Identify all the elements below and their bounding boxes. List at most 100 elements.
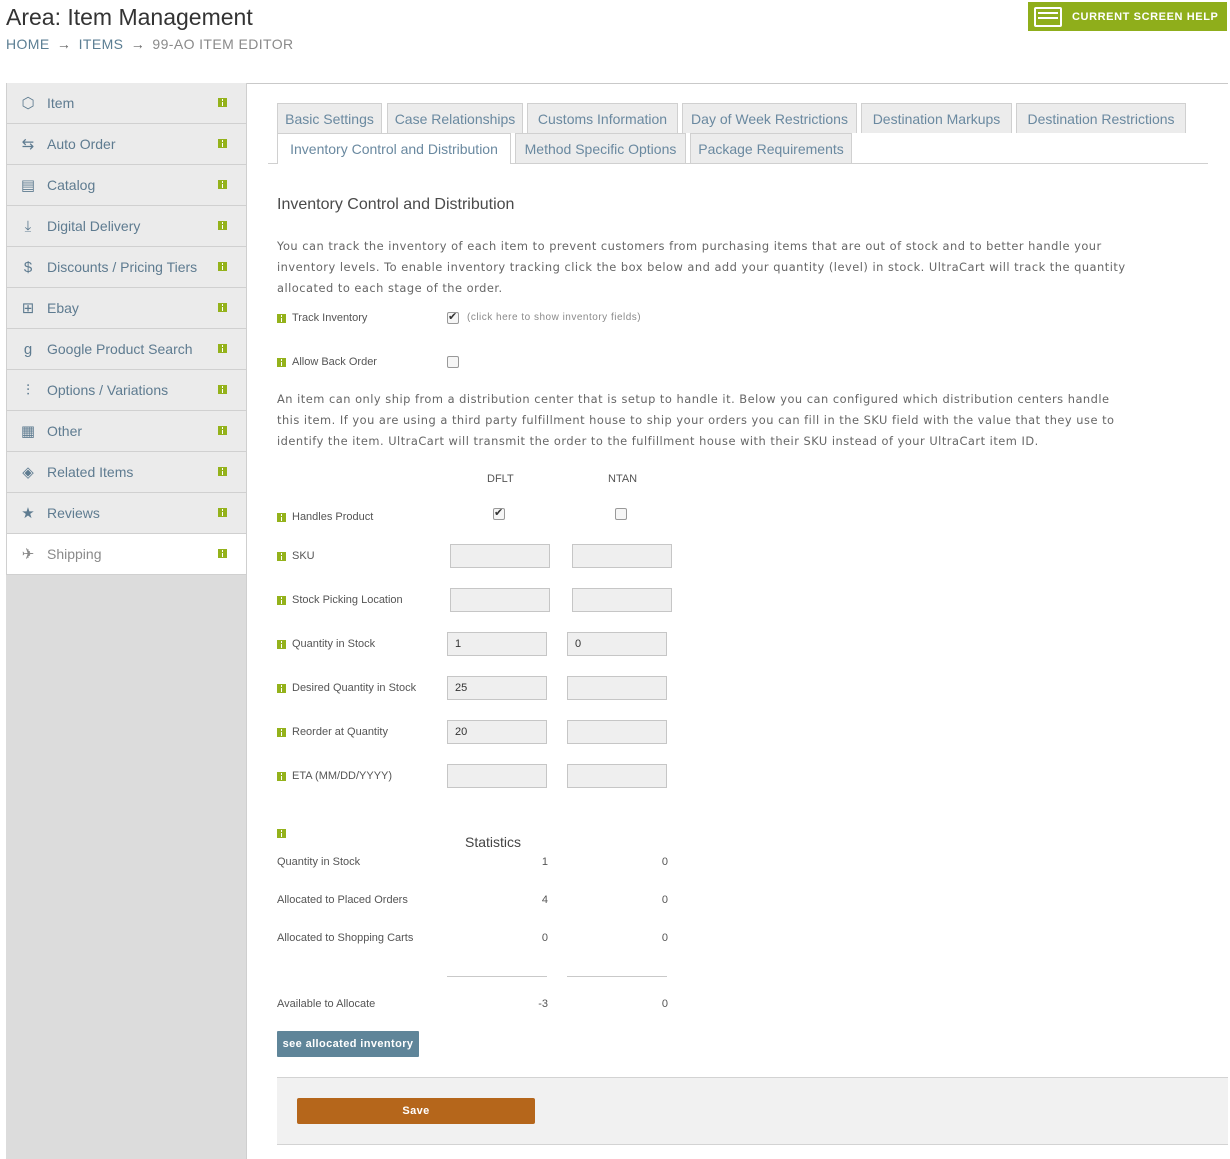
- allow-back-order-label: Allow Back Order: [292, 356, 377, 368]
- info-icon[interactable]: [277, 771, 286, 781]
- sku-label: SKU: [292, 550, 315, 562]
- tab-destination-restrictions[interactable]: Destination Restrictions: [1016, 103, 1186, 133]
- info-icon[interactable]: [218, 180, 227, 189]
- columns-icon: ⊞: [21, 300, 35, 317]
- info-icon[interactable]: [277, 313, 286, 323]
- info-icon[interactable]: [218, 467, 227, 476]
- sidebar-item-label: Ebay: [47, 300, 79, 316]
- star-icon: ★: [21, 505, 35, 522]
- desired-qty-ntan-input[interactable]: [567, 676, 667, 700]
- info-icon[interactable]: [218, 549, 227, 558]
- eta-dflt-input[interactable]: [447, 764, 547, 788]
- stat-value-ntan: 0: [661, 856, 668, 868]
- sidebar-item-label: Options / Variations: [47, 382, 169, 398]
- info-icon[interactable]: [218, 508, 227, 517]
- stock-picking-ntan-input[interactable]: [572, 588, 672, 612]
- allow-back-order-checkbox[interactable]: [447, 356, 459, 368]
- stat-value-dflt: 1: [541, 856, 548, 868]
- sidebar-item-label: Discounts / Pricing Tiers: [47, 259, 198, 275]
- info-icon[interactable]: [277, 595, 286, 605]
- stat-label: Quantity in Stock: [277, 856, 361, 868]
- tab-customs-information[interactable]: Customs Information: [527, 103, 678, 133]
- tab-package-requirements[interactable]: Package Requirements: [690, 133, 852, 163]
- intro-line: allocated to each stage of the order.: [277, 281, 503, 295]
- distribution-line: An item can only ship from a distributio…: [277, 392, 1110, 406]
- tab-day-of-week-restrictions[interactable]: Day of Week Restrictions: [682, 103, 857, 133]
- info-icon[interactable]: [277, 683, 286, 693]
- show-inventory-fields-link[interactable]: (click here to show inventory fields): [467, 312, 641, 323]
- stock-picking-dflt-input[interactable]: [450, 588, 550, 612]
- save-bar: Save: [277, 1077, 1228, 1145]
- breadcrumb: HOME → ITEMS → 99-AO ITEM EDITOR: [6, 36, 294, 52]
- sidebar-item-reviews[interactable]: ★ Reviews: [6, 493, 246, 534]
- qty-in-stock-ntan-input[interactable]: 0: [567, 632, 667, 656]
- sidebar-item-other[interactable]: ▦ Other: [6, 411, 246, 452]
- qty-in-stock-dflt-input[interactable]: 1: [447, 632, 547, 656]
- cube-icon: ⬡: [21, 95, 35, 112]
- tab-destination-markups[interactable]: Destination Markups: [861, 103, 1012, 133]
- info-icon[interactable]: [277, 727, 286, 737]
- sidebar-item-discounts[interactable]: $ Discounts / Pricing Tiers: [6, 247, 246, 288]
- sidebar-item-related-items[interactable]: ◈ Related Items: [6, 452, 246, 493]
- sidebar-item-shipping[interactable]: ✈ Shipping: [6, 534, 246, 575]
- tab-basic-settings[interactable]: Basic Settings: [277, 103, 382, 133]
- current-screen-help-button[interactable]: CURRENT SCREEN HELP: [1028, 2, 1227, 31]
- sidebar-item-label: Auto Order: [47, 136, 116, 152]
- column-header-dflt: DFLT: [487, 473, 514, 485]
- breadcrumb-home[interactable]: HOME: [6, 36, 50, 52]
- stock-picking-row: Stock Picking Location: [277, 594, 403, 606]
- see-allocated-inventory-button[interactable]: see allocated inventory: [277, 1031, 419, 1057]
- sidebar-item-catalog[interactable]: ▤ Catalog: [6, 165, 246, 206]
- info-icon[interactable]: [277, 357, 286, 367]
- sidebar-item-label: Related Items: [47, 464, 134, 480]
- info-icon[interactable]: [218, 344, 227, 353]
- track-inventory-checkbox[interactable]: [447, 310, 459, 324]
- reorder-dflt-input[interactable]: 20: [447, 720, 547, 744]
- eta-row: ETA (MM/DD/YYYY): [277, 770, 392, 782]
- breadcrumb-items[interactable]: ITEMS: [79, 36, 124, 52]
- dollar-icon: $: [23, 258, 33, 276]
- info-icon[interactable]: [218, 139, 227, 148]
- sku-row: SKU: [277, 550, 315, 562]
- tab-case-relationships[interactable]: Case Relationships: [387, 103, 523, 133]
- sku-dflt-input[interactable]: [450, 544, 550, 568]
- tab-inventory-control[interactable]: Inventory Control and Distribution: [277, 133, 511, 164]
- help-label: CURRENT SCREEN HELP: [1072, 10, 1219, 23]
- info-icon[interactable]: [277, 829, 286, 838]
- sidebar-item-auto-order[interactable]: ⇆ Auto Order: [6, 124, 246, 165]
- info-icon[interactable]: [277, 639, 286, 649]
- desired-qty-label: Desired Quantity in Stock: [292, 682, 417, 694]
- sku-ntan-input[interactable]: [572, 544, 672, 568]
- info-icon[interactable]: [277, 551, 286, 561]
- reorder-ntan-input[interactable]: [567, 720, 667, 744]
- sliders-icon: ⫶: [26, 381, 30, 399]
- sidebar-item-google-product-search[interactable]: g Google Product Search: [6, 329, 246, 370]
- intro-line: You can track the inventory of each item…: [277, 239, 1102, 253]
- stat-value-ntan: 0: [661, 894, 668, 906]
- breadcrumb-separator: →: [56, 36, 72, 52]
- tab-method-specific-options[interactable]: Method Specific Options: [515, 133, 686, 163]
- sidebar-item-ebay[interactable]: ⊞ Ebay: [6, 288, 246, 329]
- intro-text: You can track the inventory of each item…: [277, 236, 1126, 299]
- info-icon[interactable]: [218, 262, 227, 271]
- info-icon[interactable]: [218, 98, 227, 107]
- info-icon[interactable]: [218, 221, 227, 230]
- sidebar-item-digital-delivery[interactable]: ⤓ Digital Delivery: [6, 206, 246, 247]
- reorder-label: Reorder at Quantity: [292, 726, 388, 738]
- handles-product-dflt-checkbox[interactable]: [493, 506, 505, 520]
- sidebar-item-item[interactable]: ⬡ Item: [6, 83, 246, 124]
- info-icon[interactable]: [277, 512, 286, 522]
- eta-ntan-input[interactable]: [567, 764, 667, 788]
- sidebar-item-options-variations[interactable]: ⫶ Options / Variations: [6, 370, 246, 411]
- info-icon[interactable]: [218, 385, 227, 394]
- save-button[interactable]: Save: [297, 1098, 535, 1124]
- handles-product-ntan-checkbox[interactable]: [615, 508, 627, 520]
- sidebar-item-label: Other: [47, 423, 83, 439]
- stat-value-dflt: 4: [541, 894, 548, 906]
- stat-label: Allocated to Placed Orders: [277, 894, 408, 906]
- qty-in-stock-label: Quantity in Stock: [292, 638, 376, 650]
- document-icon: ▦: [20, 423, 36, 440]
- desired-qty-dflt-input[interactable]: 25: [447, 676, 547, 700]
- info-icon[interactable]: [218, 426, 227, 435]
- info-icon[interactable]: [218, 303, 227, 312]
